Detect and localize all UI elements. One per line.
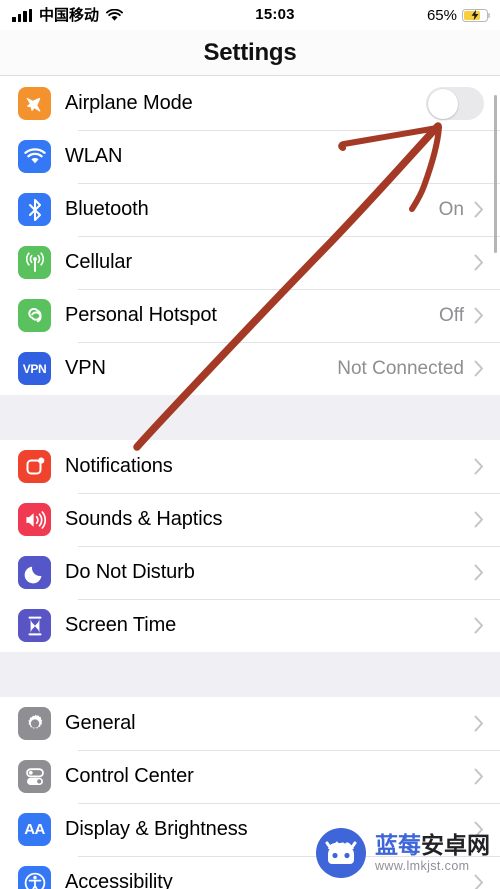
- status-bar-right: 65%: [426, 6, 491, 24]
- chevron-right-icon: [474, 768, 484, 785]
- vertical-scrollbar[interactable]: [493, 95, 497, 253]
- chevron-right-icon: [474, 715, 484, 732]
- settings-row-notifications[interactable]: Notifications: [0, 440, 500, 493]
- section-gap: [0, 395, 500, 440]
- clock-time: 15:03: [255, 6, 295, 23]
- hourglass-icon: [18, 609, 51, 642]
- bluetooth-icon: [18, 193, 51, 226]
- watermark-url: www.lmkjst.com: [375, 858, 470, 873]
- settings-row-label: Airplane Mode: [65, 92, 193, 114]
- settings-row-vpn[interactable]: VPN VPN Not Connected: [0, 342, 500, 395]
- battery-percentage: 65%: [426, 6, 457, 24]
- settings-row-label: VPN: [65, 357, 106, 379]
- settings-row-value: Off: [439, 304, 464, 326]
- settings-row-label: Sounds & Haptics: [65, 508, 223, 530]
- settings-row-label: Do Not Disturb: [65, 561, 195, 583]
- settings-row-label: Bluetooth: [65, 198, 149, 220]
- settings-row-label: Control Center: [65, 765, 194, 787]
- cellular-signal-icon: [12, 8, 32, 22]
- vpn-icon: VPN: [18, 352, 51, 385]
- watermark-title-part2: 安卓网: [421, 832, 490, 859]
- carrier-name: 中国移动: [39, 6, 100, 24]
- settings-row-screen-time[interactable]: Screen Time: [0, 599, 500, 652]
- section-gap: [0, 652, 500, 697]
- display-icon-label: AA: [24, 821, 45, 838]
- settings-row-wlan[interactable]: WLAN: [0, 130, 500, 183]
- settings-group-connectivity: Airplane Mode WLAN Bluetooth On Cellular…: [0, 77, 500, 395]
- watermark-text: 蓝莓安卓网 www.lmkjst.com: [375, 833, 490, 872]
- settings-group-notifications: Notifications Sounds & Haptics Do Not Di…: [0, 440, 500, 652]
- gear-icon: [18, 707, 51, 740]
- chevron-right-icon: [474, 511, 484, 528]
- chevron-right-icon: [474, 617, 484, 634]
- chevron-right-icon: [474, 360, 484, 377]
- settings-row-label: Personal Hotspot: [65, 304, 217, 326]
- toggle-knob: [427, 88, 458, 119]
- watermark-title-part1: 蓝莓: [375, 832, 421, 859]
- settings-row-bluetooth[interactable]: Bluetooth On: [0, 183, 500, 236]
- chevron-right-icon: [474, 307, 484, 324]
- wifi-icon: [18, 140, 51, 173]
- wifi-icon: [106, 8, 123, 22]
- settings-row-airplane-mode[interactable]: Airplane Mode: [0, 77, 500, 130]
- airplane-mode-toggle[interactable]: [426, 87, 484, 120]
- page-title: Settings: [203, 38, 297, 66]
- settings-row-value: Not Connected: [337, 357, 464, 379]
- chevron-right-icon: [474, 458, 484, 475]
- settings-row-label: General: [65, 712, 136, 734]
- iphone-settings-screen: 中国移动 15:03 65% Settings Airplane Mode WL…: [0, 0, 500, 889]
- chevron-right-icon: [474, 564, 484, 581]
- hotspot-link-icon: [18, 299, 51, 332]
- settings-row-label: WLAN: [65, 145, 123, 167]
- airplane-icon: [18, 87, 51, 120]
- battery-charging-icon: [462, 8, 491, 22]
- settings-list[interactable]: Airplane Mode WLAN Bluetooth On Cellular…: [0, 77, 500, 889]
- status-bar: 中国移动 15:03 65%: [0, 0, 500, 30]
- navigation-bar: Settings: [0, 30, 500, 76]
- site-watermark: 蓝莓安卓网 www.lmkjst.com: [315, 822, 495, 884]
- android-mascot-logo: [316, 828, 366, 878]
- cellular-antenna-icon: [18, 246, 51, 279]
- status-bar-center: 15:03: [123, 6, 427, 24]
- settings-row-value: On: [438, 198, 464, 220]
- settings-row-cellular[interactable]: Cellular: [0, 236, 500, 289]
- settings-row-do-not-disturb[interactable]: Do Not Disturb: [0, 546, 500, 599]
- settings-row-label: Cellular: [65, 251, 133, 273]
- chevron-right-icon: [474, 201, 484, 218]
- display-brightness-icon: AA: [18, 813, 51, 846]
- status-bar-left: 中国移动: [12, 8, 123, 23]
- settings-row-sounds-haptics[interactable]: Sounds & Haptics: [0, 493, 500, 546]
- vpn-icon-label: VPN: [22, 361, 47, 376]
- accessibility-icon: [18, 866, 51, 889]
- watermark-title: 蓝莓安卓网: [375, 833, 490, 857]
- settings-row-control-center[interactable]: Control Center: [0, 750, 500, 803]
- sounds-speaker-icon: [18, 503, 51, 536]
- settings-row-personal-hotspot[interactable]: Personal Hotspot Off: [0, 289, 500, 342]
- settings-row-general[interactable]: General: [0, 697, 500, 750]
- control-center-icon: [18, 760, 51, 793]
- notifications-icon: [18, 450, 51, 483]
- moon-icon: [18, 556, 51, 589]
- settings-row-label: Notifications: [65, 455, 173, 477]
- chevron-right-icon: [474, 254, 484, 271]
- settings-row-label: Screen Time: [65, 614, 177, 636]
